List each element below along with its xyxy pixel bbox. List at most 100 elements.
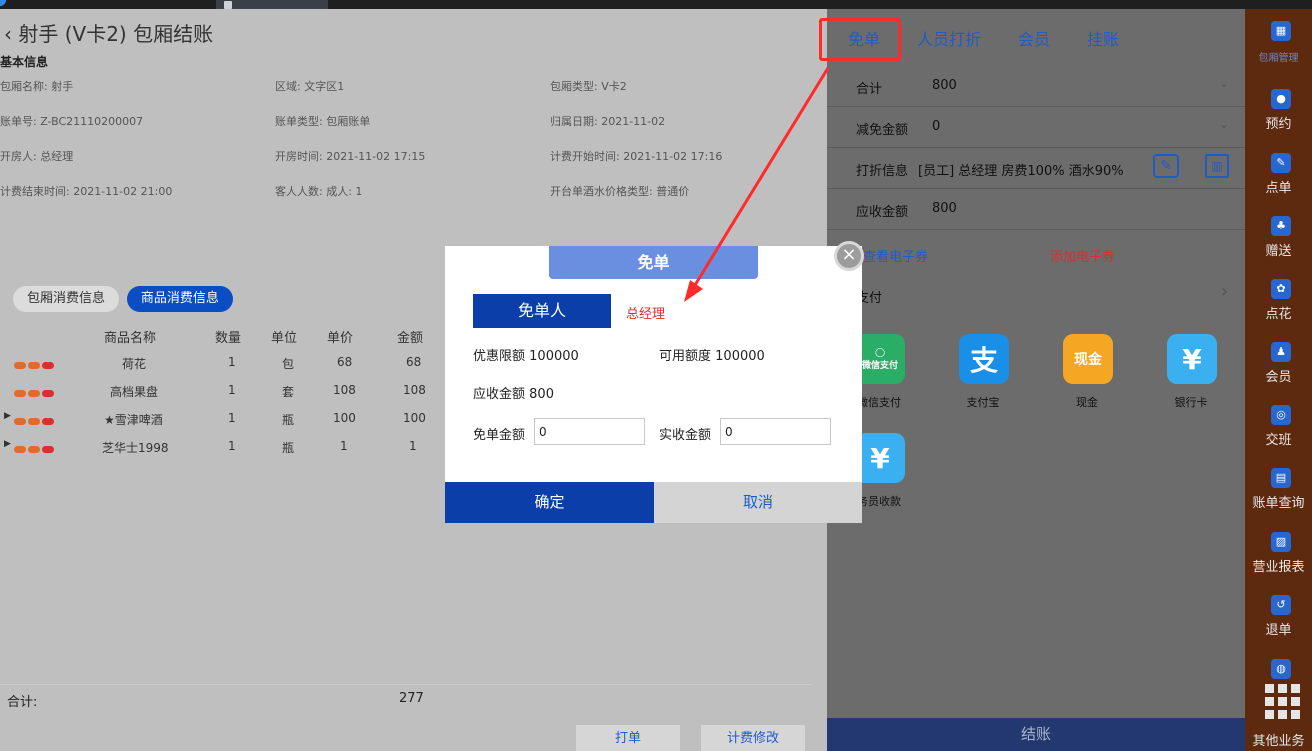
- row-tag-icons: [14, 414, 56, 428]
- row-tag-icons: [14, 386, 56, 400]
- member-icon: ♟: [1271, 342, 1291, 362]
- bank-card-icon: ¥: [1167, 334, 1217, 384]
- expand-arrow-icon[interactable]: ▶: [4, 439, 11, 449]
- consume-tabs: 包厢消费信息 商品消费信息: [13, 286, 237, 312]
- info-belong-date: 归属日期: 2021-11-02: [550, 115, 666, 128]
- col-name: 商品名称: [104, 331, 157, 346]
- info-area: 区域: 文字区1: [275, 80, 345, 93]
- available-row: 可用额度 100000: [659, 349, 765, 364]
- info-open-time: 开房时间: 2021-11-02 17:15: [275, 150, 426, 163]
- sidebar-item-report[interactable]: ▨ 营业报表: [1245, 522, 1312, 584]
- pay-cash[interactable]: 现金 现金: [1035, 320, 1139, 420]
- row-tag-icons: [14, 358, 56, 372]
- tab-icon: [224, 1, 232, 9]
- sidebar-item-bill-query[interactable]: ▤ 账单查询: [1245, 458, 1312, 520]
- refund-icon: ↺: [1271, 595, 1291, 615]
- receivable-row: 应收金额 800: [473, 387, 554, 402]
- info-bill-no: 账单号: Z-BC21110200007: [0, 115, 144, 128]
- total-value: 277: [399, 691, 424, 706]
- chevron-down-icon[interactable]: ⌄: [1219, 117, 1229, 131]
- row-tag-icons: [14, 442, 56, 456]
- sidebar-item-reserve[interactable]: ● 预约: [1245, 79, 1312, 141]
- table-row[interactable]: 高档果盘 1 套 108 108: [0, 381, 440, 401]
- edit-icon[interactable]: ✎: [1153, 154, 1179, 178]
- info-price-type: 开台单酒水价格类型: 普通价: [550, 185, 690, 198]
- annotation-highlight-box: [819, 18, 901, 61]
- total-label: 合计:: [7, 695, 38, 710]
- sidebar-item-member[interactable]: ♟ 会员: [1245, 332, 1312, 394]
- receivable-line: 应收金额 800: [827, 189, 1245, 230]
- col-amount: 金额: [397, 331, 424, 346]
- room-manage-icon: ▦: [1271, 21, 1291, 41]
- report-icon: ▨: [1271, 532, 1291, 552]
- waiter-collect-icon: ¥: [855, 433, 905, 483]
- bill-query-icon: ▤: [1271, 468, 1291, 488]
- basic-info-heading: 基本信息: [0, 55, 49, 69]
- confirm-button[interactable]: 确定: [445, 482, 654, 523]
- flower-icon: ✿: [1271, 279, 1291, 299]
- table-row[interactable]: ▶ ★雪津啤酒 1 瓶 100 100: [0, 409, 440, 429]
- actual-amount-input[interactable]: [720, 418, 831, 445]
- wechat-pay-icon: ◯ 微信支付: [855, 334, 905, 384]
- sidebar-item-extra[interactable]: ◍: [1245, 649, 1312, 679]
- info-room-type: 包厢类型: V卡2: [550, 80, 627, 93]
- reserve-icon: ●: [1271, 89, 1291, 109]
- info-room-name: 包厢名称: 射手: [0, 80, 74, 93]
- add-coupon-link[interactable]: 添加电子券: [1050, 237, 1115, 279]
- sidebar-item-flower[interactable]: ✿ 点花: [1245, 269, 1312, 331]
- print-button[interactable]: 打单: [576, 725, 680, 751]
- gift-icon: ♣: [1271, 216, 1291, 236]
- shift-icon: ◎: [1271, 405, 1291, 425]
- col-price: 单价: [327, 331, 354, 346]
- free-person-name: 总经理: [626, 307, 666, 322]
- page-title: ‹ 射手 (V卡2) 包厢结账: [4, 22, 214, 46]
- back-icon[interactable]: ‹: [4, 22, 12, 46]
- sidebar-item-order[interactable]: ✎ 点单: [1245, 143, 1312, 205]
- tab-room-consume[interactable]: 包厢消费信息: [13, 286, 120, 312]
- sidebar-item-shift[interactable]: ◎ 交班: [1245, 395, 1312, 457]
- app-logo-icon: [0, 0, 6, 6]
- table-row[interactable]: 荷花 1 包 68 68: [0, 353, 440, 373]
- chevron-down-icon[interactable]: ⌄: [1219, 76, 1229, 90]
- tab-member[interactable]: 会员: [1018, 26, 1050, 50]
- info-opener: 开房人: 总经理: [0, 150, 74, 163]
- actual-amount-label: 实收金额: [659, 428, 712, 443]
- table-row[interactable]: ▶ 芝华士1998 1 瓶 1 1: [0, 437, 440, 457]
- window-top-strip: [0, 0, 1312, 9]
- expand-arrow-icon[interactable]: ▶: [4, 411, 11, 421]
- sidebar-item-room-manage[interactable]: ▦ 包厢管理: [1245, 9, 1312, 71]
- free-person-chip[interactable]: 免单人: [473, 294, 611, 328]
- info-billing-end: 计费结束时间: 2021-11-02 21:00: [0, 185, 173, 198]
- pay-bank-card[interactable]: ¥ 银行卡: [1139, 320, 1243, 420]
- alipay-icon: 支: [959, 334, 1009, 384]
- free-amount-label: 免单金额: [473, 428, 526, 443]
- info-billing-start: 计费开始时间: 2021-11-02 17:16: [550, 150, 723, 163]
- goods-total-row: 合计: 277: [0, 684, 812, 712]
- sidebar-item-gift[interactable]: ♣ 赠送: [1245, 206, 1312, 268]
- tab-staff-discount[interactable]: 人员打折: [917, 26, 981, 50]
- free-amount-input[interactable]: [534, 418, 645, 445]
- apps-grid-icon[interactable]: [1265, 684, 1301, 720]
- col-unit: 单位: [271, 331, 298, 346]
- tab-goods-consume[interactable]: 商品消费信息: [126, 286, 233, 312]
- goods-table-header: 商品名称 数量 单位 单价 金额: [0, 325, 440, 347]
- window-tab[interactable]: [216, 0, 328, 9]
- dialog-title: 免单: [549, 246, 758, 279]
- fee-edit-button[interactable]: 计费修改: [701, 725, 805, 751]
- close-icon[interactable]: ×: [834, 241, 864, 271]
- trash-icon[interactable]: ▥: [1205, 154, 1229, 178]
- tab-on-account[interactable]: 挂账: [1087, 26, 1119, 50]
- chevron-right-icon[interactable]: ›: [1221, 281, 1228, 302]
- col-qty: 数量: [215, 331, 242, 346]
- extra-icon: ◍: [1271, 659, 1291, 679]
- total-line: 合计 800 ⌄: [827, 66, 1245, 107]
- cash-icon: 现金: [1063, 334, 1113, 384]
- cancel-button[interactable]: 取消: [654, 482, 862, 523]
- view-coupon-link[interactable]: 查看电子券: [863, 237, 928, 279]
- pay-alipay[interactable]: 支 支付宝: [931, 320, 1035, 420]
- info-bill-type: 账单类型: 包厢账单: [275, 115, 371, 128]
- info-guest-count: 客人人数: 成人: 1: [275, 185, 363, 198]
- sidebar-item-refund[interactable]: ↺ 退单: [1245, 585, 1312, 647]
- discount-line: 打折信息 [员工] 总经理 房费100% 酒水90% ✎ ▥: [827, 148, 1245, 189]
- checkout-button[interactable]: 结账: [827, 718, 1245, 751]
